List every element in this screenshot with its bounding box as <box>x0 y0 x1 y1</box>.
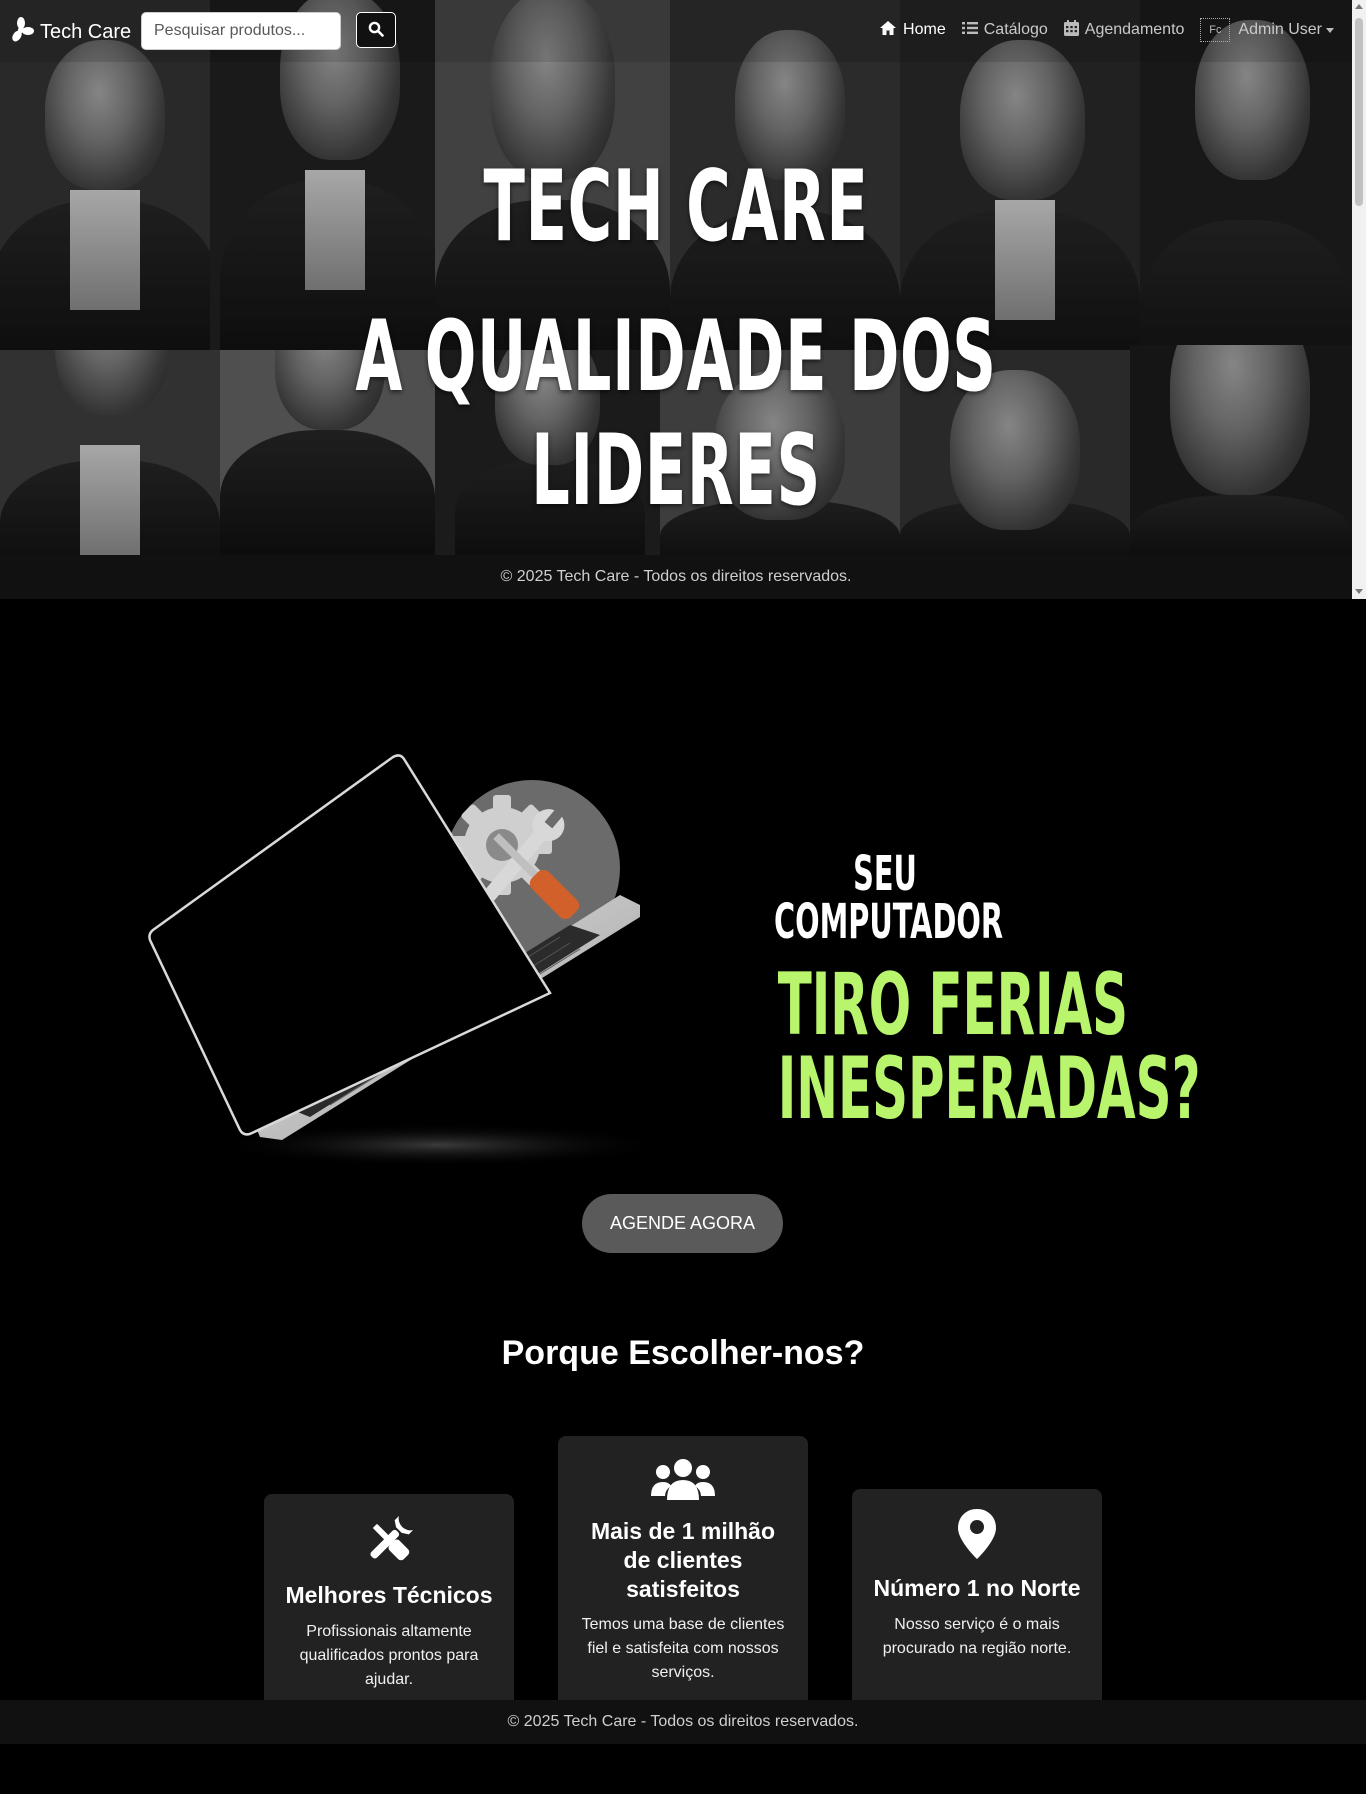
nav-scheduling-label: Agendamento <box>1084 21 1185 38</box>
brand-logo-icon <box>8 17 34 48</box>
nav-home[interactable]: Home <box>879 20 946 41</box>
scroll-up-icon[interactable] <box>1352 0 1366 14</box>
card-text: Temos uma base de clientes fiel e satisf… <box>581 1616 785 1682</box>
scroll-down-icon[interactable] <box>1352 585 1366 599</box>
card-title: Mais de 1 milhão de clientes satisfeitos <box>590 1518 776 1602</box>
card-text: Nosso serviço é o mais procurado na regi… <box>882 1615 1072 1657</box>
why-us-heading: Porque Escolher-nos? <box>501 1334 865 1372</box>
card-title: Melhores Técnicos <box>285 1582 493 1608</box>
feature-card-north: Número 1 no Norte Nosso serviço é o mais… <box>852 1489 1102 1700</box>
search-button[interactable] <box>356 12 396 48</box>
nav-catalog[interactable]: Catálogo <box>961 21 1048 40</box>
hero-title: TECH CARE <box>483 150 869 264</box>
scrollbar-thumb[interactable] <box>1355 18 1363 206</box>
home-icon <box>879 20 897 41</box>
brand-link[interactable]: Tech Care <box>8 17 131 48</box>
nav-scheduling[interactable]: Agendamento <box>1063 19 1185 41</box>
promo-line-2: TIRO FERIAS <box>777 955 1129 1055</box>
avatar[interactable]: Fc <box>1200 18 1231 42</box>
promo-headline: SEU COMPUTADOR TIRO FERIAS INESPERADAS? <box>700 846 1201 1139</box>
nav-links: Home Catálogo Agendamento Fc Admin User <box>863 18 1334 42</box>
search-input[interactable] <box>141 12 341 50</box>
brand-name: Tech Care <box>40 21 132 43</box>
hero-footer: © 2025 Tech Care - Todos os direitos res… <box>0 555 1352 599</box>
hero-subtitle: A QUALIDADE DOS LIDERES <box>355 300 997 528</box>
map-marker-icon <box>958 1509 996 1564</box>
laptop-repair-illustration <box>140 745 700 1175</box>
chevron-down-icon <box>1326 21 1334 39</box>
schedule-now-button[interactable]: AGENDE AGORA <box>582 1194 783 1253</box>
list-icon <box>961 21 978 40</box>
scrollbar[interactable] <box>1352 0 1366 599</box>
promo-line-3: INESPERADAS? <box>777 1039 1201 1139</box>
feature-card-technicians: Melhores Técnicos Profissionais altament… <box>264 1494 514 1700</box>
tools-icon <box>363 1514 415 1571</box>
navbar: Tech Care Home Catálogo <box>0 0 1352 62</box>
user-menu-toggle[interactable]: Admin User <box>1238 21 1334 39</box>
search-icon <box>368 21 384 40</box>
card-title: Número 1 no Norte <box>873 1575 1081 1601</box>
promo-line-1: SEU COMPUTADOR <box>774 846 1004 950</box>
calendar-icon <box>1063 19 1079 41</box>
nav-catalog-label: Catálogo <box>983 21 1048 38</box>
page-footer: © 2025 Tech Care - Todos os direitos res… <box>0 1700 1366 1744</box>
hero-banner: TECH CARE A QUALIDADE DOS LIDERES <box>0 0 1352 555</box>
card-text: Profissionais altamente qualificados pro… <box>299 1622 479 1688</box>
nav-home-label: Home <box>903 21 946 38</box>
feature-card-clients: Mais de 1 milhão de clientes satisfeitos… <box>558 1436 808 1700</box>
user-name: Admin User <box>1238 21 1322 38</box>
users-icon <box>651 1458 715 1507</box>
